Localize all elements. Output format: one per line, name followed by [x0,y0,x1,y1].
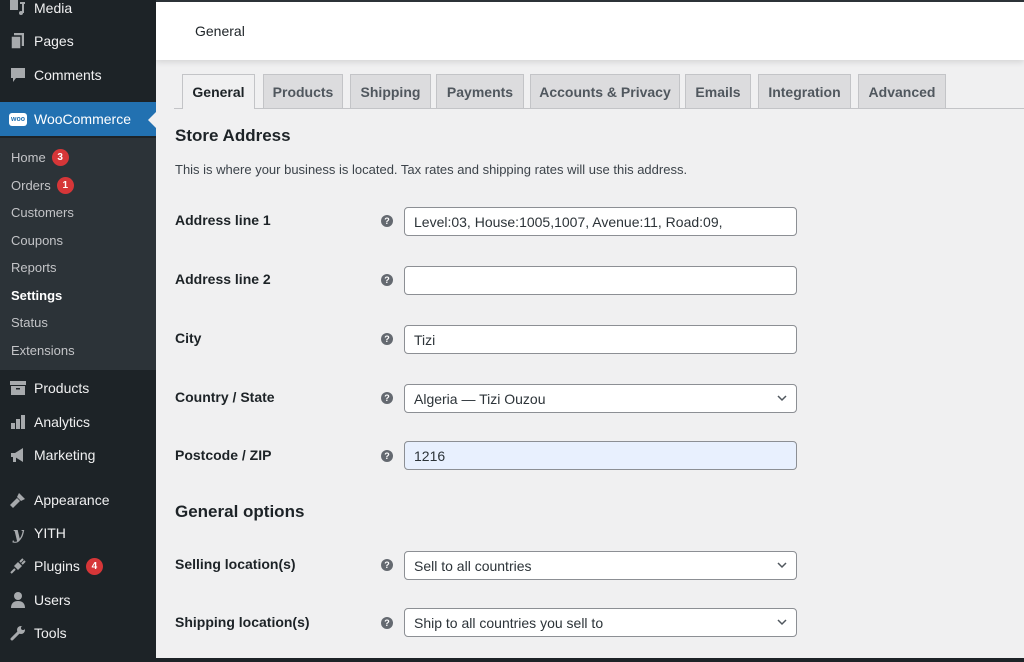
yith-icon: y [12,522,24,544]
archive-icon [8,378,28,398]
sidebar-item-label: Pages [34,33,74,49]
sidebar-item-media[interactable]: Media [0,0,156,25]
address-line-2-label: Address line 2 [175,271,271,287]
address-line-1-label: Address line 1 [175,212,271,228]
paintbrush-icon [8,490,28,510]
chevron-down-icon [777,619,787,626]
media-icon [8,0,28,18]
notification-badge: 1 [56,176,74,194]
tab-advanced[interactable]: Advanced [858,74,946,108]
sidebar-item-yith[interactable]: y YITH [0,516,156,550]
notification-badge: 4 [85,557,103,575]
wrench-icon [8,623,28,643]
sidebar-item-label: WooCommerce [34,111,131,127]
sidebar-item-label: YITH [34,525,66,541]
tab-general[interactable]: General [182,74,255,109]
sidebar-item-marketing[interactable]: Marketing [0,438,156,472]
sidebar-item-comments[interactable]: Comments [0,58,156,92]
country-state-value: Algeria — Tizi Ouzou [414,390,546,407]
city-input[interactable]: Tizi [404,325,797,354]
sidebar-item-label: Users [34,592,71,608]
chevron-down-icon [777,395,787,402]
sidebar-item-label: Appearance [34,492,110,508]
selling-locations-select[interactable]: Sell to all countries [404,551,797,580]
tab-payments[interactable]: Payments [436,74,524,108]
tab-emails[interactable]: Emails [685,74,751,108]
address-line-2-input[interactable] [404,266,797,295]
country-state-select[interactable]: Algeria — Tizi Ouzou [404,384,797,413]
submenu-item-reports[interactable]: Reports [11,257,57,277]
submenu-item-settings[interactable]: Settings [11,285,62,305]
bar-chart-icon [8,412,28,432]
address-line-1-input[interactable]: Level:03, House:1005,1007, Avenue:11, Ro… [404,207,797,236]
settings-tabs: General Products Shipping Payments Accou… [174,74,1024,109]
plug-icon [8,556,28,576]
sidebar-item-plugins[interactable]: Plugins 4 [0,549,156,583]
submenu-item-coupons[interactable]: Coupons [11,230,63,250]
user-icon [8,590,28,610]
store-address-description: This is where your business is located. … [175,162,688,177]
store-address-heading: Store Address [175,126,291,145]
sidebar-item-label: Media [34,0,73,16]
sidebar-item-label: Analytics [34,414,91,430]
sidebar-item-users[interactable]: Users [0,583,156,617]
submenu-item-orders[interactable]: Orders 1 [11,175,74,195]
comments-icon [8,65,28,85]
submenu-item-status[interactable]: Status [11,312,48,332]
woo-icon: woo [8,109,28,129]
tab-shipping[interactable]: Shipping [350,74,431,108]
help-icon[interactable]: ? [381,215,393,227]
sidebar-item-label: Products [34,380,90,396]
window-bottom-edge [0,658,1024,662]
city-label: City [175,330,202,346]
sidebar-item-analytics[interactable]: Analytics [0,405,156,439]
sidebar-item-label: Plugins [34,558,80,574]
selling-locations-label: Selling location(s) [175,556,296,572]
help-icon[interactable]: ? [381,274,393,286]
submenu-label: Orders [11,177,51,193]
postcode-input[interactable]: 1216 [404,441,797,470]
sidebar-item-label: Tools [34,625,67,641]
sidebar-item-woocommerce[interactable]: woo WooCommerce [0,102,156,136]
chevron-down-icon [777,562,787,569]
help-icon[interactable]: ? [381,450,393,462]
sidebar-item-appearance[interactable]: Appearance [0,483,156,517]
sidebar-item-pages[interactable]: Pages [0,24,156,58]
selling-locations-value: Sell to all countries [414,557,532,574]
submenu-item-home[interactable]: Home 3 [11,147,69,167]
admin-sidebar: Media Pages Comments woo WooCommerce Hom… [0,0,156,662]
tab-integration[interactable]: Integration [758,74,851,108]
help-icon[interactable]: ? [381,392,393,404]
sidebar-item-products[interactable]: Products [0,371,156,405]
sidebar-item-label: Comments [34,67,102,83]
active-indicator-arrow [148,112,156,128]
notification-badge: 3 [51,148,69,166]
country-state-label: Country / State [175,389,275,405]
postcode-label: Postcode / ZIP [175,447,272,463]
shipping-locations-select[interactable]: Ship to all countries you sell to [404,608,797,637]
submenu-item-extensions[interactable]: Extensions [11,340,75,360]
pages-icon [8,31,28,51]
submenu-item-customers[interactable]: Customers [11,202,74,222]
help-icon[interactable]: ? [381,617,393,629]
tab-accounts-privacy[interactable]: Accounts & Privacy [530,74,680,108]
shipping-locations-label: Shipping location(s) [175,614,310,630]
woocommerce-submenu: Home 3 Orders 1 Customers Coupons Report… [0,138,156,370]
help-icon[interactable]: ? [381,559,393,571]
help-icon[interactable]: ? [381,333,393,345]
sidebar-item-label: Marketing [34,447,96,463]
megaphone-icon [8,445,28,465]
submenu-label: Home [11,149,46,165]
tab-products[interactable]: Products [263,74,343,108]
page-header: General [156,0,1024,60]
sidebar-item-tools[interactable]: Tools [0,616,156,650]
general-options-heading: General options [175,502,305,521]
page-title: General [195,23,245,39]
shipping-locations-value: Ship to all countries you sell to [414,614,604,631]
